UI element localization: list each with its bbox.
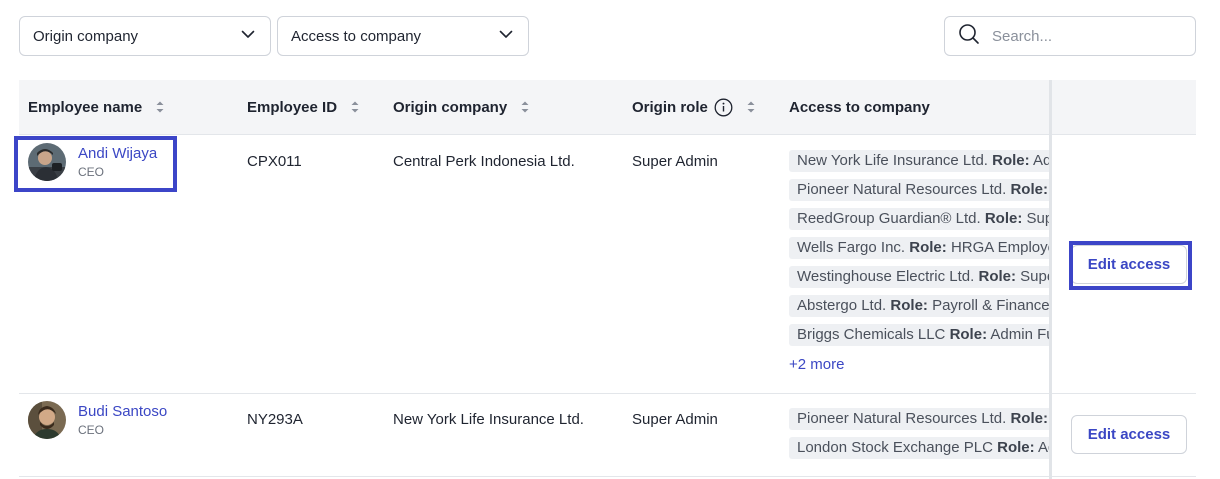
column-employee-id: Employee ID xyxy=(247,80,360,134)
sort-icon[interactable] xyxy=(746,99,756,115)
sort-icon[interactable] xyxy=(350,99,360,115)
sort-icon[interactable] xyxy=(155,99,165,115)
access-tag: Abstergo Ltd. Role: Payroll & Finance xyxy=(789,295,1049,317)
employee-title: CEO xyxy=(78,423,105,437)
column-label: Origin company xyxy=(393,98,508,116)
origin-company-filter-label: Origin company xyxy=(33,27,139,45)
column-label: Origin role xyxy=(632,98,708,116)
access-list: Pioneer Natural Resources Ltd. Role: Sup… xyxy=(789,408,1049,466)
search-input[interactable] xyxy=(992,27,1172,45)
sort-icon[interactable] xyxy=(520,99,530,115)
origin-role: Super Admin xyxy=(632,153,718,170)
access-tag: Westinghouse Electric Ltd. Role: Super A… xyxy=(789,266,1049,288)
table-header: Employee name Employee ID Origin company… xyxy=(19,80,1196,135)
employee-access-table: Employee name Employee ID Origin company… xyxy=(19,80,1196,479)
column-label: Access to company xyxy=(789,98,930,116)
edit-access-button[interactable]: Edit access xyxy=(1071,415,1187,454)
access-tag: New York Life Insurance Ltd. Role: Admin xyxy=(789,150,1049,172)
table-row: Andi Wijaya CEO CPX011 Central Perk Indo… xyxy=(19,135,1196,394)
column-origin-role: Origin role xyxy=(632,80,756,134)
search-icon xyxy=(958,23,980,50)
column-access-to-company: Access to company xyxy=(789,80,930,134)
access-company-filter-label: Access to company xyxy=(291,27,422,45)
access-tag: Pioneer Natural Resources Ltd. Role: Sup… xyxy=(789,179,1049,201)
origin-company: New York Life Insurance Ltd. xyxy=(393,411,584,428)
column-label: Employee name xyxy=(28,98,143,116)
chevron-down-icon xyxy=(498,26,514,46)
origin-company-filter[interactable]: Origin company xyxy=(19,16,271,56)
origin-company: Central Perk Indonesia Ltd. xyxy=(393,153,575,170)
search-box xyxy=(944,16,1196,56)
show-more-link[interactable]: +2 more xyxy=(789,356,1049,373)
edit-access-button[interactable]: Edit access xyxy=(1071,245,1187,284)
employee-id: NY293A xyxy=(247,411,303,428)
table-row: Budi Santoso CEO NY293A New York Life In… xyxy=(19,394,1196,477)
access-tag: Briggs Chemicals LLC Role: Admin Full xyxy=(789,324,1049,346)
access-list: New York Life Insurance Ltd. Role: Admin… xyxy=(789,150,1049,373)
origin-role: Super Admin xyxy=(632,411,718,428)
column-origin-company: Origin company xyxy=(393,80,530,134)
avatar xyxy=(28,143,66,181)
column-label: Employee ID xyxy=(247,98,338,116)
access-tag: ReedGroup Guardian® Ltd. Role: Super Adm… xyxy=(789,208,1049,230)
avatar xyxy=(28,401,66,439)
info-icon[interactable] xyxy=(714,98,733,117)
employee-title: CEO xyxy=(78,165,105,179)
access-tag: London Stock Exchange PLC Role: Admin xyxy=(789,437,1049,459)
chevron-down-icon xyxy=(240,26,256,46)
employee-name-link[interactable]: Budi Santoso xyxy=(78,403,167,420)
column-employee-name: Employee name xyxy=(28,80,165,134)
employee-id: CPX011 xyxy=(247,153,302,170)
sticky-column-divider xyxy=(1049,80,1052,479)
access-tag: Wells Fargo Inc. Role: HRGA Employee xyxy=(789,237,1049,259)
access-company-filter[interactable]: Access to company xyxy=(277,16,529,56)
employee-name-link[interactable]: Andi Wijaya xyxy=(78,145,157,162)
access-tag: Pioneer Natural Resources Ltd. Role: Sup… xyxy=(789,408,1049,430)
